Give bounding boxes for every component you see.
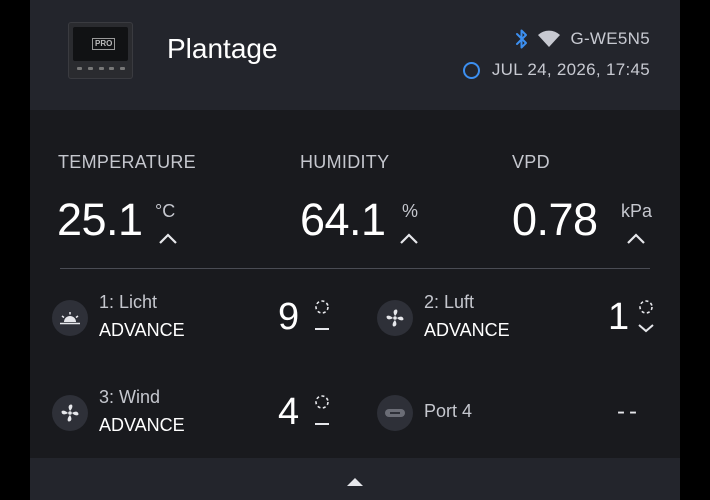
metric-label-humidity: HUMIDITY (300, 152, 390, 172)
port-name: 2: Luft (424, 292, 475, 312)
level-control[interactable] (312, 298, 332, 338)
trend-up-icon (159, 233, 177, 244)
port-level: 1 (608, 296, 630, 338)
device-badge: PRO (92, 38, 116, 50)
datetime-text: JUL 24, 2026, 17:45 (491, 60, 650, 79)
datetime-status: JUL 24, 2026, 17:45 (462, 60, 650, 80)
metric-unit-temperature: °C (155, 201, 176, 221)
port-name: Port 4 (424, 401, 473, 421)
port-level: 9 (278, 296, 300, 338)
fan-icon[interactable] (377, 300, 413, 336)
device-screen: PRO (73, 27, 128, 61)
port-name: 3: Wind (99, 387, 161, 407)
port-level: 4 (278, 391, 300, 433)
bluetooth-icon (515, 28, 529, 50)
header: PRO Plantage G-WE5N5 JUL 24, 2026, 17:45 (30, 0, 680, 110)
sync-ring-icon (462, 61, 480, 79)
metric-label-temperature: TEMPERATURE (58, 152, 196, 172)
metric-value-vpd: 0.78 (512, 194, 598, 245)
chevron-down-icon[interactable] (636, 298, 656, 338)
device-buttons (77, 67, 125, 73)
divider (60, 268, 650, 269)
trend-up-icon (400, 233, 418, 244)
wifi-icon (537, 30, 561, 48)
trend-up-icon (627, 233, 645, 244)
metric-unit-humidity: % (402, 201, 419, 221)
metric-label-vpd: VPD (512, 152, 550, 172)
metric-value-temperature: 25.1 (57, 194, 143, 245)
fan-icon[interactable] (52, 395, 88, 431)
footer-bar[interactable] (30, 458, 680, 500)
port-level-empty: -- (617, 398, 641, 425)
level-control[interactable] (312, 393, 332, 433)
port-mode[interactable]: ADVANCE (99, 415, 185, 436)
plug-icon[interactable] (377, 395, 413, 431)
device-thumbnail[interactable]: PRO (68, 22, 133, 79)
sun-icon[interactable] (52, 300, 88, 336)
connection-status: G-WE5N5 (515, 28, 650, 50)
metric-unit-vpd: kPa (621, 201, 653, 221)
device-id: G-WE5N5 (570, 29, 650, 48)
chevron-up-icon[interactable] (347, 478, 363, 486)
page-title: Plantage (167, 33, 278, 64)
port-name: 1: Licht (99, 292, 158, 312)
metric-value-humidity: 64.1 (300, 194, 386, 245)
controller-panel: PRO Plantage G-WE5N5 JUL 24, 2026, 17:45 (30, 0, 680, 500)
port-mode[interactable]: ADVANCE (99, 320, 185, 341)
port-mode[interactable]: ADVANCE (424, 320, 510, 341)
